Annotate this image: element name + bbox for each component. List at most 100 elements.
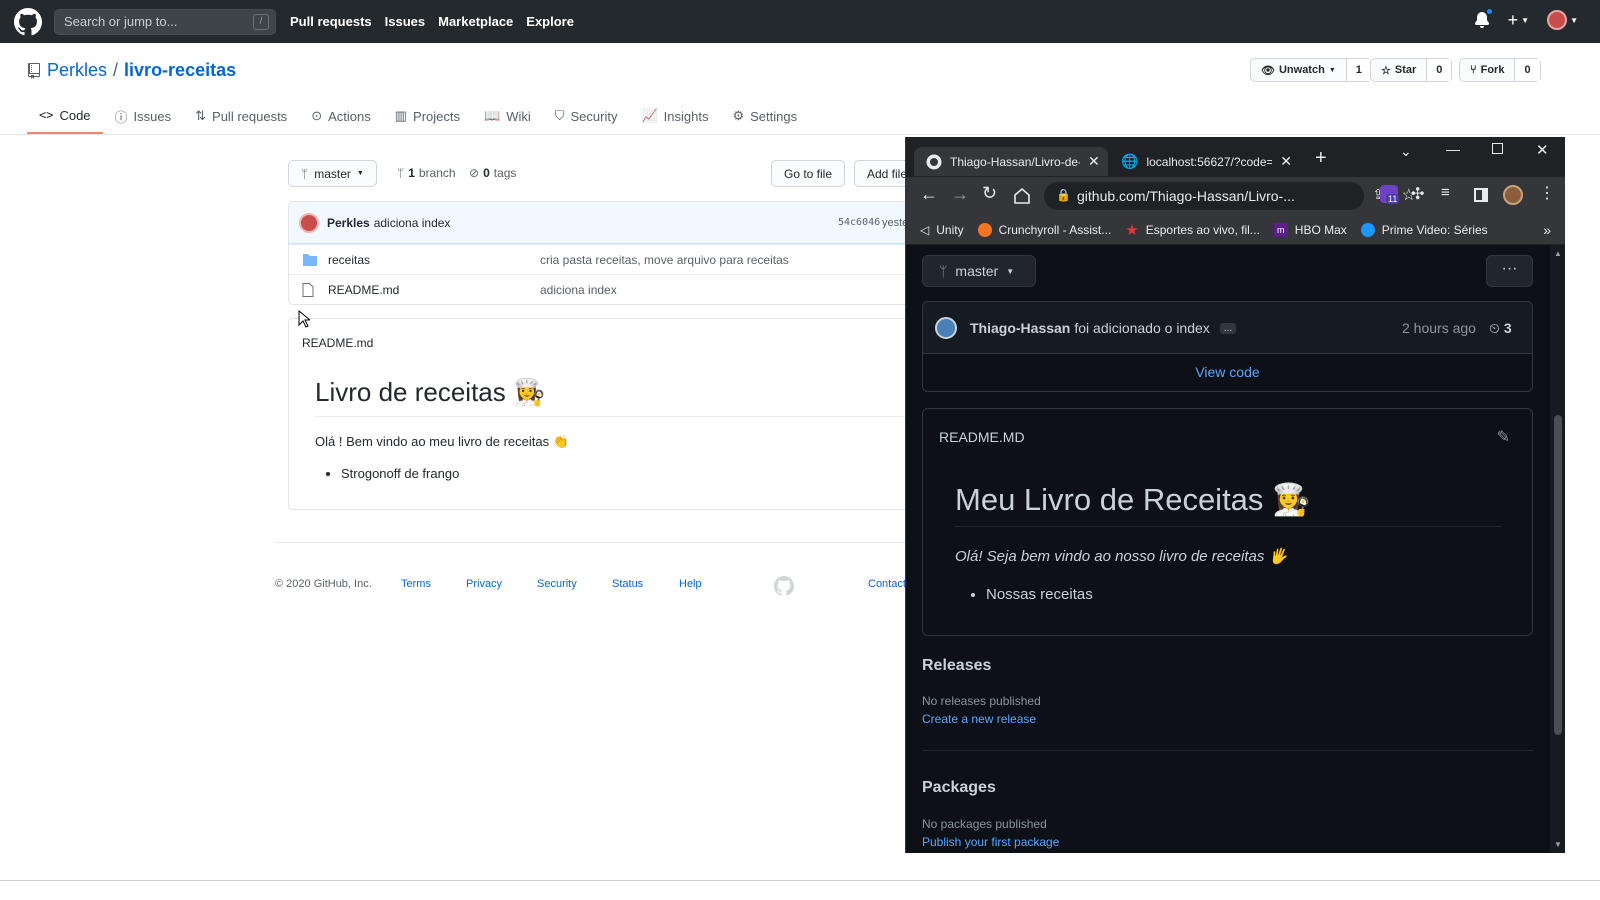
file-row[interactable]: receitas cria pasta receitas, move arqui… <box>289 244 927 274</box>
home-icon[interactable] <box>1013 187 1031 204</box>
repo-separator: / <box>113 60 119 80</box>
close-tab-icon[interactable]: ✕ <box>1088 153 1100 170</box>
reload-icon[interactable]: ↻ <box>982 183 997 204</box>
browser-tab-active[interactable]: Thiago-Hassan/Livro-de- ✕ <box>914 147 1108 176</box>
file-commit-message[interactable]: cria pasta receitas, move arquivo para r… <box>540 253 789 267</box>
forward-arrow-icon[interactable]: → <box>951 184 969 205</box>
file-row[interactable]: README.md adiciona index <box>289 274 927 304</box>
file-name[interactable]: receitas <box>328 253 370 267</box>
tag-count-link[interactable]: ⊘ 0 tags <box>469 166 516 180</box>
scroll-down-arrow-icon[interactable]: ▼ <box>1554 840 1562 849</box>
tab-actions[interactable]: ⊙ Actions <box>299 98 383 134</box>
media-queue-icon[interactable]: ≡ <box>1441 184 1450 201</box>
file-commit-message[interactable]: adiciona index <box>540 283 617 297</box>
bookmark-crunchyroll[interactable]: Crunchyroll - Assist... <box>977 222 1111 237</box>
bookmark-prime-video[interactable]: Prime Video: Séries <box>1360 222 1488 237</box>
minimize-icon[interactable]: — <box>1446 141 1460 157</box>
scroll-up-arrow-icon[interactable]: ▲ <box>1554 249 1562 258</box>
tab-security[interactable]: ⛉ Security <box>543 98 630 134</box>
crunchyroll-icon <box>977 222 992 237</box>
nav-explore[interactable]: Explore <box>526 14 574 29</box>
unity-icon: ◁ <box>920 222 930 237</box>
scrollbar[interactable]: ▲ ▼ <box>1550 245 1565 853</box>
tab-wiki[interactable]: 📖 Wiki <box>472 98 543 134</box>
side-panel-icon[interactable] <box>1474 188 1488 202</box>
repo-owner-link[interactable]: Perkles <box>47 60 107 81</box>
edit-pencil-icon[interactable]: ✎ <box>1497 427 1510 447</box>
latest-commit-bar: Perkles adiciona index 54c6046 yeste <box>289 202 927 244</box>
star-count[interactable]: 0 <box>1427 59 1452 81</box>
footer-link-privacy[interactable]: Privacy <box>466 578 502 590</box>
scrollbar-thumb[interactable] <box>1554 415 1562 735</box>
profile-avatar[interactable] <box>1503 185 1523 205</box>
commit-sha[interactable]: 54c6046 <box>838 217 880 228</box>
footer-link-contact[interactable]: Contact <box>868 578 906 590</box>
bookmark-esportes[interactable]: ★ Esportes ao vivo, fil... <box>1125 221 1260 239</box>
publish-package-link[interactable]: Publish your first package <box>922 835 1059 849</box>
new-tab-plus-icon[interactable]: + <box>1315 147 1327 170</box>
branch-name: master <box>314 166 351 181</box>
fork-button[interactable]: ⑂ Fork <box>1460 59 1516 81</box>
address-bar[interactable]: 🔒 github.com/Thiago-Hassan/Livro-... ⇪ ☆ <box>1044 182 1416 210</box>
watch-count[interactable]: 1 <box>1346 59 1371 81</box>
create-release-link[interactable]: Create a new release <box>922 712 1036 726</box>
tab-pull-requests[interactable]: ⇅ Pull requests <box>183 98 299 134</box>
commit-author[interactable]: Thiago-Hassan <box>970 320 1070 336</box>
footer-link-security[interactable]: Security <box>537 578 577 590</box>
expand-commit-button[interactable]: ... <box>1219 322 1237 334</box>
maximize-icon[interactable] <box>1492 143 1503 154</box>
branch-select-button[interactable]: ᛘ master ▼ <box>288 160 377 187</box>
avatar[interactable] <box>935 317 957 339</box>
unwatch-button[interactable]: 👁 Unwatch ▼ <box>1251 59 1347 81</box>
nav-pull-requests[interactable]: Pull requests <box>290 14 372 29</box>
watch-button-group: 👁 Unwatch ▼ 1 <box>1250 58 1372 82</box>
more-bookmarks-chevron-icon[interactable]: » <box>1543 222 1551 238</box>
star-button[interactable]: ☆ Star <box>1371 59 1428 81</box>
lock-icon: 🔒 <box>1056 188 1071 202</box>
tab-settings[interactable]: ⚙ Settings <box>720 98 809 134</box>
tab-insights[interactable]: 📈 Insights <box>629 98 720 134</box>
github-logo-icon[interactable] <box>14 7 42 36</box>
notifications-bell-icon[interactable] <box>1474 8 1493 28</box>
commit-author[interactable]: Perkles <box>327 216 370 230</box>
tab-code[interactable]: <> Code <box>27 98 103 134</box>
back-arrow-icon[interactable]: ← <box>920 184 938 205</box>
github-mark-icon[interactable] <box>774 576 794 596</box>
browser-tab[interactable]: 🌐 localhost:56627/?code= ✕ <box>1109 147 1292 176</box>
branch-count-link[interactable]: ᛘ 1 branch <box>397 166 456 180</box>
file-name[interactable]: README.md <box>328 283 399 297</box>
nav-issues[interactable]: Issues <box>385 14 425 29</box>
avatar[interactable] <box>299 212 319 233</box>
tab-search-chevron-icon[interactable]: ⌄ <box>1400 143 1412 160</box>
commit-message[interactable]: adiciona index <box>374 216 451 230</box>
readme-title: Meu Livro de Receitas 👩‍🍳 <box>955 482 1311 517</box>
globe-icon: 🌐 <box>1121 153 1139 169</box>
packages-heading[interactable]: Packages <box>922 779 996 797</box>
tab-issues[interactable]: ⓘ Issues <box>103 98 184 134</box>
go-to-file-button[interactable]: Go to file <box>771 160 846 187</box>
footer-link-help[interactable]: Help <box>679 578 702 590</box>
nav-marketplace[interactable]: Marketplace <box>438 14 513 29</box>
footer-link-status[interactable]: Status <box>612 578 643 590</box>
kebab-menu-icon[interactable]: ⋮ <box>1539 183 1555 203</box>
commit-history-link[interactable]: ⏲ 3 <box>1489 320 1512 337</box>
close-window-icon[interactable]: ✕ <box>1536 141 1549 159</box>
extension-icon[interactable]: 11 <box>1380 185 1400 204</box>
tab-label: Projects <box>413 108 460 124</box>
bookmark-hbo-max[interactable]: m HBO Max <box>1273 222 1347 237</box>
footer-link-terms[interactable]: Terms <box>401 578 431 590</box>
releases-heading[interactable]: Releases <box>922 657 991 675</box>
repo-name-link[interactable]: livro-receitas <box>124 60 236 81</box>
commit-message[interactable]: foi adicionado o index <box>1074 320 1209 336</box>
bookmark-unity[interactable]: ◁ Unity <box>920 223 964 237</box>
tab-projects[interactable]: ▥ Projects <box>383 98 472 134</box>
view-code-link[interactable]: View code <box>923 364 1532 380</box>
fork-count[interactable]: 0 <box>1515 59 1540 81</box>
more-options-button[interactable]: ··· <box>1486 255 1533 287</box>
create-new-plus-icon[interactable]: + ▼ <box>1508 11 1529 29</box>
close-tab-icon[interactable]: ✕ <box>1280 153 1292 170</box>
user-avatar-menu[interactable]: ▼ <box>1547 10 1578 30</box>
puzzle-extensions-icon[interactable]: ✣ <box>1411 184 1424 204</box>
search-input[interactable]: Search or jump to... / <box>54 8 276 35</box>
dark-branch-select-button[interactable]: ᛘ master ▼ <box>922 255 1036 287</box>
